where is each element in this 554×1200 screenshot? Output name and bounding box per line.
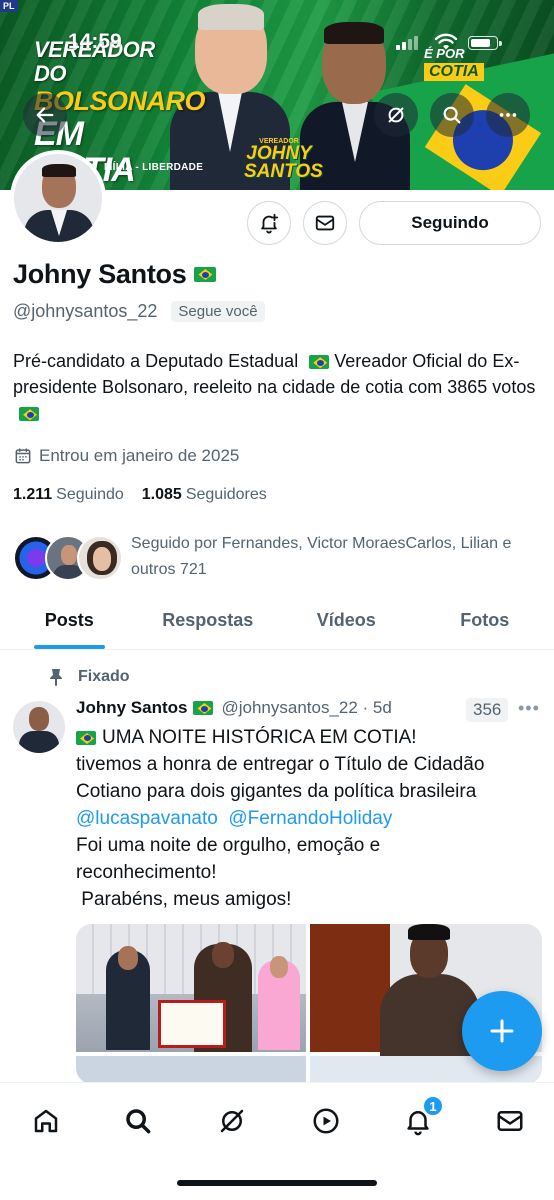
post-text-line: UMA NOITE HISTÓRICA EM COTIA! bbox=[102, 727, 417, 748]
status-time: 14:59 bbox=[68, 30, 122, 53]
search-button[interactable] bbox=[430, 93, 474, 137]
following-count: 1.211 bbox=[13, 486, 53, 503]
tab-replies[interactable]: Respostas bbox=[139, 598, 278, 649]
tab-posts[interactable]: Posts bbox=[0, 598, 139, 649]
search-icon bbox=[126, 1109, 151, 1134]
following-button[interactable]: Seguindo bbox=[359, 201, 541, 245]
notifications-button[interactable] bbox=[247, 201, 291, 245]
grok-button[interactable] bbox=[374, 93, 418, 137]
followed-by-text: Seguido por Fernandes, Victor MoraesCarl… bbox=[131, 535, 512, 578]
joined-date: Entrou em janeiro de 2025 bbox=[13, 446, 239, 466]
banner-tagline: MÍLIA - LIBERDADE bbox=[104, 162, 204, 173]
mail-icon bbox=[315, 215, 335, 231]
post-author-name[interactable]: Johny Santos bbox=[76, 698, 187, 718]
brazil-flag-icon bbox=[19, 407, 39, 422]
profile-avatar[interactable] bbox=[10, 150, 106, 246]
tab-photos[interactable]: Fotos bbox=[416, 598, 554, 649]
post-photo[interactable] bbox=[76, 1056, 306, 1084]
post-text-line: Parabéns, meus amigos! bbox=[76, 889, 292, 910]
mail-icon bbox=[497, 1111, 523, 1131]
profile-name: Johny Santos bbox=[13, 259, 187, 289]
arrow-left-icon bbox=[36, 107, 54, 123]
home-indicator bbox=[177, 1180, 377, 1186]
signal-icon bbox=[396, 34, 418, 50]
profile-handle: @johnysantos_22 bbox=[13, 301, 158, 321]
post-views-badge: 356 bbox=[466, 698, 509, 722]
profile-handle-row: @johnysantos_22 Segue você bbox=[13, 301, 265, 322]
follow-counts: 1.211 Seguindo 1.085 Seguidores bbox=[13, 486, 267, 504]
post-text-line: Cotiano para dois gigantes da política b… bbox=[76, 781, 477, 802]
bio-text-part1: Pré-candidato a Deputado Estadual bbox=[13, 351, 299, 371]
following-label: Seguindo bbox=[56, 486, 124, 503]
home-icon bbox=[34, 1109, 58, 1133]
post-author-avatar[interactable] bbox=[13, 701, 65, 753]
status-icons bbox=[396, 33, 506, 54]
nav-home[interactable] bbox=[26, 1101, 66, 1141]
banner-logo: VEREADOR JOHNY SANTOS bbox=[244, 138, 323, 181]
more-button[interactable] bbox=[486, 93, 530, 137]
post-text-line: Foi uma noite de orgulho, emoção e bbox=[76, 835, 381, 856]
pinned-label: Fixado bbox=[78, 668, 130, 685]
nav-video[interactable] bbox=[306, 1101, 346, 1141]
back-button[interactable] bbox=[23, 93, 67, 137]
post-photo[interactable] bbox=[76, 924, 306, 1052]
followers-count: 1.085 bbox=[141, 486, 182, 503]
post-more-button[interactable]: ••• bbox=[518, 698, 540, 719]
profile-bio: Pré-candidato a Deputado Estadual Veread… bbox=[13, 348, 541, 426]
pinned-indicator: Fixado bbox=[48, 668, 130, 686]
plus-icon bbox=[490, 1019, 514, 1043]
follows-you-badge: Segue você bbox=[171, 301, 265, 322]
grok-icon bbox=[388, 107, 404, 123]
post-text-line: tivemos a honra de entregar o Título de … bbox=[76, 754, 485, 775]
nav-messages[interactable] bbox=[490, 1101, 530, 1141]
nav-search[interactable] bbox=[118, 1101, 158, 1141]
nav-notifications[interactable]: 1 bbox=[398, 1095, 444, 1141]
bell-plus-icon bbox=[261, 213, 279, 234]
battery-icon bbox=[468, 36, 498, 50]
grok-icon bbox=[220, 1109, 244, 1133]
mutual-avatars bbox=[13, 535, 123, 581]
search-icon bbox=[443, 106, 461, 124]
brazil-flag-icon bbox=[309, 355, 330, 370]
followers-count-link[interactable]: 1.085 Seguidores bbox=[142, 486, 267, 504]
video-icon bbox=[313, 1108, 339, 1134]
wifi-icon bbox=[434, 33, 458, 50]
banner-corner-tag: PL bbox=[0, 0, 18, 12]
brazil-flag-icon bbox=[76, 730, 96, 745]
followers-label: Seguidores bbox=[185, 486, 267, 503]
message-button[interactable] bbox=[303, 201, 347, 245]
calendar-icon bbox=[15, 448, 31, 464]
brazil-flag-icon bbox=[193, 701, 214, 715]
banner-badge-bottom: COTIA bbox=[424, 63, 484, 81]
nav-grok[interactable] bbox=[212, 1101, 252, 1141]
following-count-link[interactable]: 1.211 Seguindo bbox=[13, 486, 124, 504]
tab-videos[interactable]: Vídeos bbox=[277, 598, 416, 649]
pin-icon bbox=[50, 669, 62, 686]
mention-link[interactable]: @lucaspavanato bbox=[76, 808, 218, 829]
profile-name-row: Johny Santos bbox=[13, 259, 217, 290]
banner-logo-name: JOHNY SANTOS bbox=[244, 143, 323, 182]
compose-button[interactable] bbox=[462, 991, 542, 1071]
profile-tabs: Posts Respostas Vídeos Fotos bbox=[0, 598, 554, 650]
joined-text: Entrou em janeiro de 2025 bbox=[39, 446, 240, 465]
mention-link[interactable]: @FernandoHoliday bbox=[228, 808, 392, 829]
followed-by[interactable]: Seguido por Fernandes, Victor MoraesCarl… bbox=[13, 531, 543, 583]
post-text: UMA NOITE HISTÓRICA EM COTIA! tivemos a … bbox=[76, 724, 546, 913]
brazil-flag-icon bbox=[194, 267, 217, 282]
post-author-handle: @johnysantos_22 · 5d bbox=[221, 698, 392, 717]
more-icon bbox=[499, 113, 517, 117]
post-text-line: reconhecimento! bbox=[76, 862, 217, 883]
avatar bbox=[77, 535, 123, 581]
notification-badge: 1 bbox=[422, 1095, 444, 1117]
